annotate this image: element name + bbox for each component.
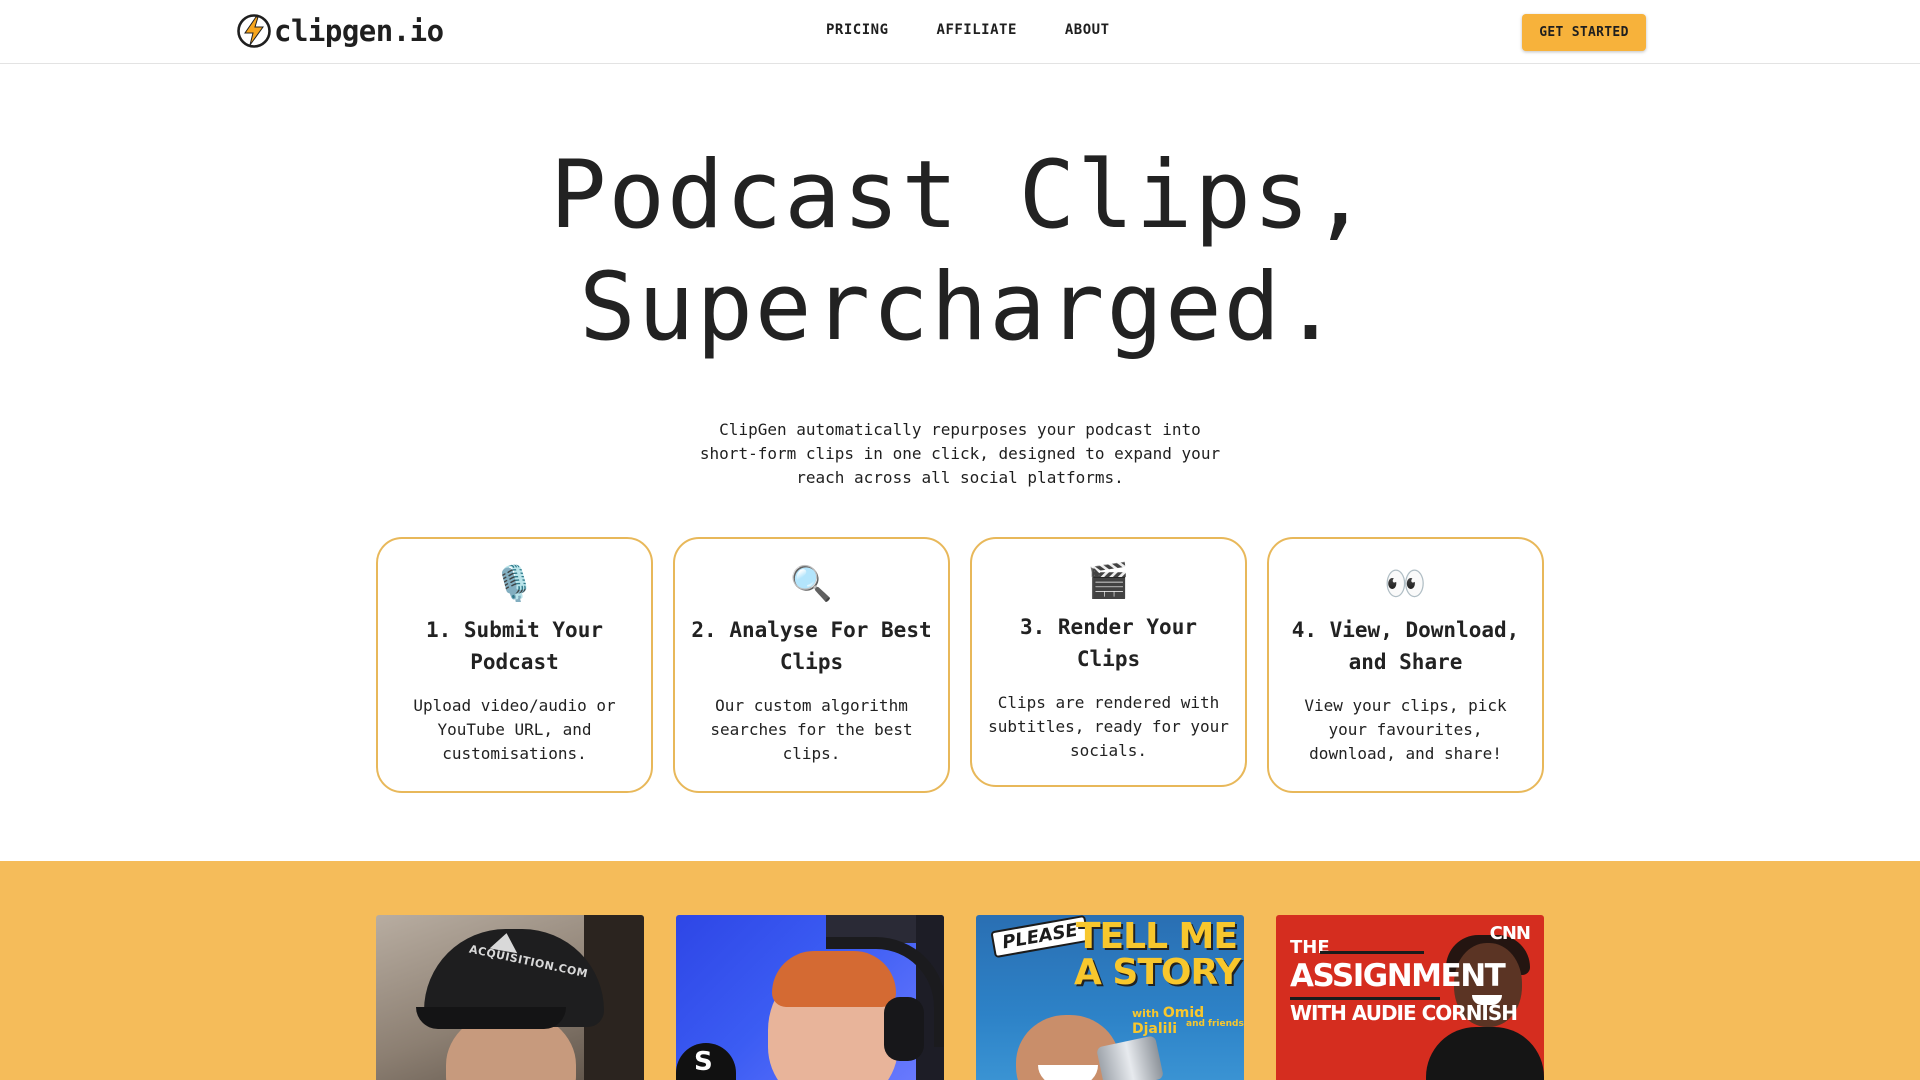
neon-sign: S [676, 1043, 736, 1080]
clip-thumbnail-tell-me-a-story[interactable]: PLEASE TELL ME A STORY with Omid Djalili… [976, 915, 1244, 1080]
person-smile [1038, 1065, 1098, 1080]
podcast-title-line1: TELL ME [1076, 916, 1238, 957]
step-card-submit: 🎙️ 1. Submit Your Podcast Upload video/a… [376, 537, 653, 793]
title-divider [1320, 951, 1424, 954]
clip-thumbnail-acquisition[interactable]: ACQUISITION.COM [376, 915, 644, 1080]
sign-letter: S [694, 1047, 713, 1077]
hero-title-line2: Supercharged. [579, 253, 1341, 362]
podcast-title-line2: A STORY [1074, 952, 1241, 993]
title-divider [1290, 997, 1440, 1000]
main-nav: PRICING AFFILIATE ABOUT [826, 22, 1110, 38]
headphone-cup [884, 997, 924, 1061]
hero-subtitle: ClipGen automatically repurposes your po… [699, 420, 1221, 487]
step-card-render: 🎬 3. Render Your Clips Clips are rendere… [970, 537, 1247, 787]
logo-text: clipgen.io [274, 14, 444, 48]
step-card-share: 👀 4. View, Download, and Share View your… [1267, 537, 1544, 793]
hero-title: Podcast Clips, Supercharged. [0, 140, 1920, 364]
step-description: Clips are rendered with subtitles, ready… [988, 693, 1229, 760]
clip-thumbnail-the-assignment[interactable]: CNN THE ASSIGNMENT WITH AUDIE CORNISH [1276, 915, 1544, 1080]
nav-affiliate-link[interactable]: AFFILIATE [937, 22, 1017, 38]
get-started-button[interactable]: GET STARTED [1522, 14, 1646, 51]
cnn-logo: CNN [1489, 923, 1531, 944]
step-description: Upload video/audio or YouTube URL, and c… [413, 696, 616, 763]
hero-title-line1: Podcast Clips, [549, 141, 1371, 250]
and-friends-label: and friends [1186, 1019, 1244, 1029]
magnifier-icon: 🔍 [790, 564, 833, 604]
nav-about-link[interactable]: ABOUT [1065, 22, 1110, 38]
step-card-analyse: 🔍 2. Analyse For Best Clips Our custom a… [673, 537, 950, 793]
step-title: 4. View, Download, and Share [1291, 618, 1520, 674]
clip-thumbnail-headphones[interactable]: S [676, 915, 944, 1080]
microphone-icon: 🎙️ [493, 564, 536, 604]
podcast-host: WITH AUDIE CORNISH [1290, 1001, 1518, 1025]
step-title: 3. Render Your Clips [1019, 615, 1197, 671]
step-description: Our custom algorithm searches for the be… [710, 696, 913, 763]
lightning-bolt-icon [237, 14, 271, 48]
logo-link[interactable]: clipgen.io [236, 11, 444, 51]
podcast-title-the: THE [1290, 937, 1330, 958]
podcast-title: ASSIGNMENT [1290, 958, 1506, 994]
step-title: 1. Submit Your Podcast [425, 618, 603, 674]
site-header: clipgen.io PRICING AFFILIATE ABOUT GET S… [0, 0, 1920, 64]
example-clips-gallery: ACQUISITION.COM S PLEASE TELL ME A STORY… [0, 861, 1920, 1080]
clapperboard-icon: 🎬 [1087, 561, 1130, 601]
with-label: with [1132, 1007, 1160, 1020]
eyes-icon: 👀 [1384, 564, 1427, 604]
step-description: View your clips, pick your favourites, d… [1304, 696, 1507, 763]
person-body [1426, 1027, 1544, 1080]
nav-pricing-link[interactable]: PRICING [826, 22, 889, 38]
cap-brim [416, 1007, 566, 1029]
step-title: 2. Analyse For Best Clips [691, 618, 932, 674]
steps-section: 🎙️ 1. Submit Your Podcast Upload video/a… [376, 537, 1544, 793]
